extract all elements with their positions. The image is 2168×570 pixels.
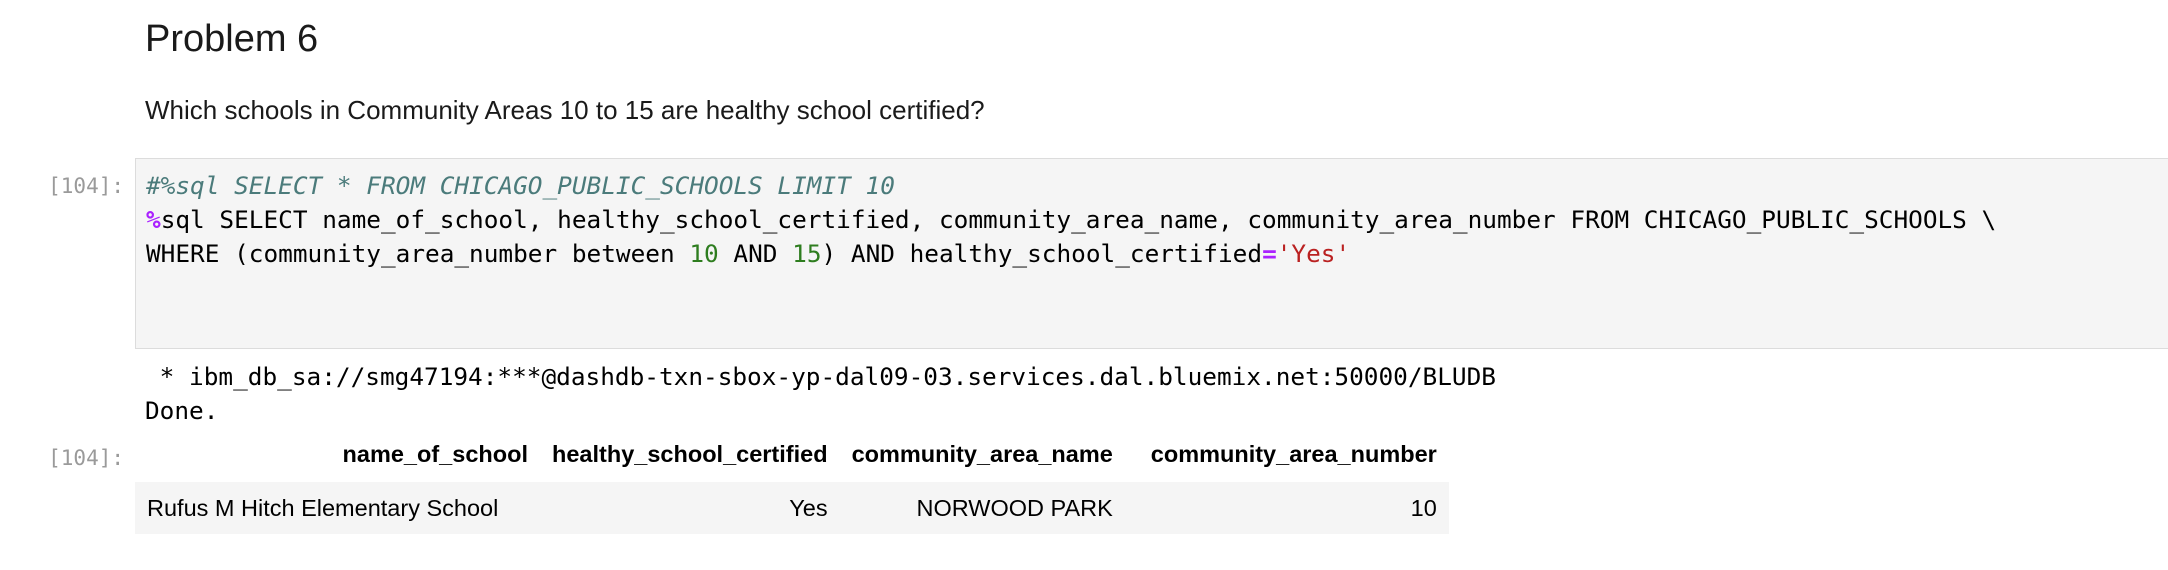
and-keyword: AND [718,239,793,268]
equals-operator: = [1262,239,1277,268]
table-cell: 10 [1410,494,1437,521]
code-cell-editor[interactable]: #%sql SELECT * FROM CHICAGO_PUBLIC_SCHOO… [135,158,2168,349]
code-line-1: #%sql SELECT * FROM CHICAGO_PUBLIC_SCHOO… [146,169,2164,203]
magic-percent: % [146,205,161,234]
where-clause-start: WHERE (community_area_number between [146,239,690,268]
where-clause-end: ) AND healthy_school_certified [821,239,1263,268]
output-prompt: [104]: [48,446,124,470]
connection-string: * ibm_db_sa://smg47194:***@dashdb-txn-sb… [145,362,1496,391]
sql-comment: #%sql SELECT * FROM CHICAGO_PUBLIC_SCHOO… [146,171,895,200]
done-message: Done. [145,396,219,425]
problem-heading: Problem 6 [145,18,319,60]
code-line-3: WHERE (community_area_number between 10 … [146,237,2164,271]
table-cell: Yes [789,494,828,521]
cell-stdout: * ibm_db_sa://smg47194:***@dashdb-txn-sb… [145,360,1496,428]
number-literal-10: 10 [689,239,719,268]
table-cell: Rufus M Hitch Elementary School [147,494,499,521]
table-header-row: name_of_school healthy_school_certified … [135,432,1449,482]
problem-question: Which schools in Community Areas 10 to 1… [145,95,985,125]
result-table: name_of_school healthy_school_certified … [135,432,1449,534]
number-literal-15: 15 [792,239,822,268]
column-header: community_area_number [1150,440,1437,467]
column-header: community_area_name [851,440,1113,467]
input-prompt: [104]: [48,174,124,198]
sql-select-text: sql SELECT name_of_school, healthy_schoo… [160,205,1997,234]
table-row: Rufus M Hitch Elementary School Yes NORW… [135,482,1449,534]
table-cell: NORWOOD PARK [916,494,1113,521]
notebook-page: Problem 6 Which schools in Community Are… [0,0,2168,570]
column-header: name_of_school [342,440,528,467]
code-line-2: %sql SELECT name_of_school, healthy_scho… [146,203,2164,237]
column-header: healthy_school_certified [552,440,828,467]
string-literal-yes: 'Yes' [1276,239,1351,268]
